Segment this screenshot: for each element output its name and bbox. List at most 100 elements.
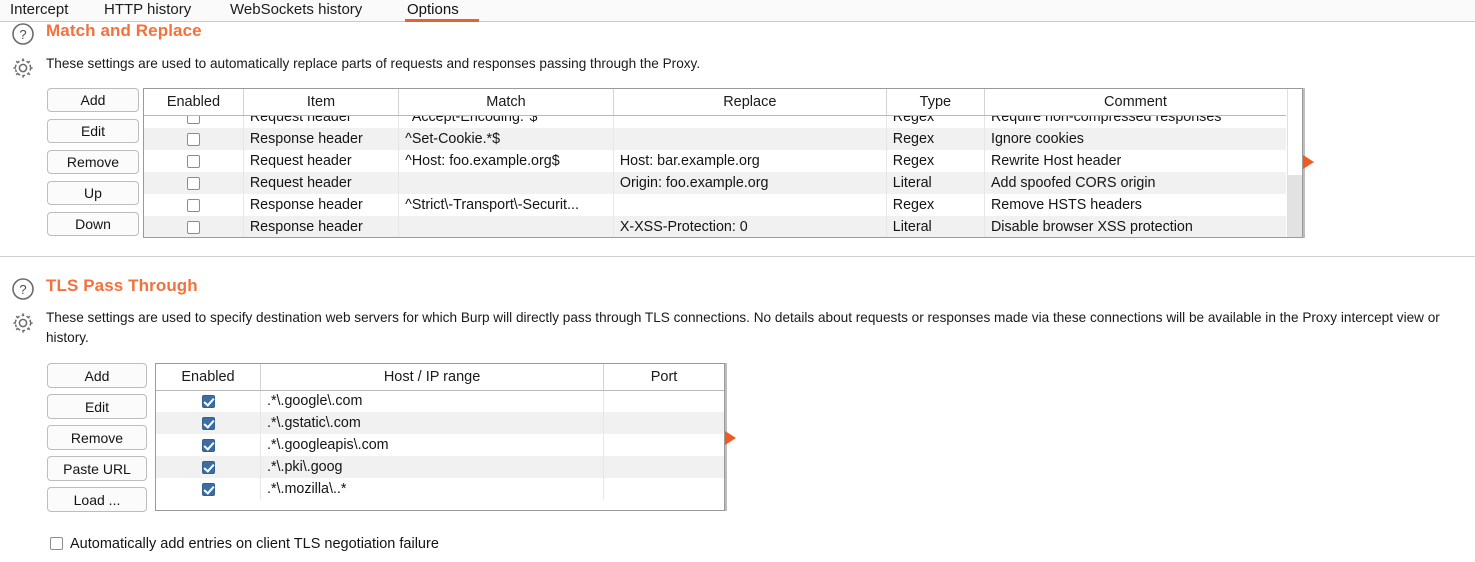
row-host-cell: .*\.gstatic\.com	[260, 412, 605, 434]
tls-pass-through-table[interactable]: Enabled Host / IP range Port .*\.google\…	[155, 363, 725, 511]
match-replace-down-button[interactable]: Down	[47, 212, 139, 236]
row-enabled-cell[interactable]	[144, 116, 244, 128]
match-replace-edit-button[interactable]: Edit	[47, 119, 139, 143]
tls-load-button[interactable]: Load ...	[47, 487, 147, 512]
table-row[interactable]: Response header X-XSS-Protection: 0 Lite…	[144, 216, 1286, 237]
tab-label: Intercept	[10, 1, 69, 18]
row-item-cell: Response header	[243, 194, 400, 216]
row-comment-cell: Disable browser XSS protection	[984, 216, 1286, 237]
tab-http-history[interactable]: HTTP history	[102, 0, 193, 22]
row-item-cell: Response header	[243, 216, 400, 237]
match-replace-add-button[interactable]: Add	[47, 88, 139, 112]
match-replace-table[interactable]: Enabled Item Match Replace Type Comment	[143, 88, 1303, 238]
table-row[interactable]: Response header ^Set-Cookie.*$ Regex Ign…	[144, 128, 1286, 150]
row-enabled-cell[interactable]	[144, 150, 244, 172]
table-row[interactable]: Request header ^Host: foo.example.org$ H…	[144, 150, 1286, 172]
column-header-enabled[interactable]: Enabled	[156, 364, 261, 391]
row-match-cell: ^Strict\-Transport\-Securit...	[398, 194, 614, 216]
row-type-cell: Regex	[886, 116, 985, 128]
gear-icon[interactable]	[10, 310, 36, 336]
table-row[interactable]: Request header Origin: foo.example.org L…	[144, 172, 1286, 194]
row-item-cell: Request header	[243, 172, 400, 194]
row-comment-cell: Rewrite Host header	[984, 150, 1286, 172]
gear-icon[interactable]	[10, 55, 36, 81]
column-header-enabled[interactable]: Enabled	[144, 89, 244, 116]
column-header-host[interactable]: Host / IP range	[260, 364, 605, 391]
tls-add-button[interactable]: Add	[47, 363, 147, 388]
row-item-cell: Request header	[243, 116, 400, 128]
row-enabled-cell[interactable]	[156, 390, 261, 412]
question-circle-icon[interactable]: ?	[10, 276, 36, 302]
row-enabled-checkbox[interactable]	[186, 154, 200, 168]
table-row[interactable]: .*\.pki\.goog	[156, 456, 724, 478]
tls-remove-button[interactable]: Remove	[47, 425, 147, 450]
row-enabled-cell[interactable]	[156, 434, 261, 456]
row-comment-cell: Require non-compressed responses	[984, 116, 1286, 128]
table-row[interactable]: .*\.googleapis\.com	[156, 434, 724, 456]
column-header-match[interactable]: Match	[398, 89, 614, 116]
row-replace-cell	[613, 194, 887, 216]
tls-edit-button[interactable]: Edit	[47, 394, 147, 419]
row-host-cell: .*\.google\.com	[260, 390, 605, 412]
row-port-cell	[603, 412, 724, 434]
row-enabled-checkbox[interactable]	[201, 460, 215, 474]
row-enabled-checkbox[interactable]	[186, 220, 200, 234]
row-enabled-cell[interactable]	[156, 456, 261, 478]
svg-text:?: ?	[19, 282, 26, 297]
match-replace-header-row: Enabled Item Match Replace Type Comment	[144, 89, 1286, 116]
row-enabled-checkbox[interactable]	[186, 198, 200, 212]
row-replace-cell: Host: bar.example.org	[613, 150, 887, 172]
match-replace-scrollbar[interactable]	[1287, 89, 1302, 237]
row-type-cell: Regex	[886, 128, 985, 150]
tls-pass-through-description: These settings are used to specify desti…	[46, 310, 1440, 345]
row-enabled-checkbox[interactable]	[201, 438, 215, 452]
scrollbar-thumb[interactable]	[1288, 175, 1302, 237]
row-match-cell: ^Accept-Encoding.*$	[398, 116, 614, 128]
table-row[interactable]: .*\.mozilla\..*	[156, 478, 724, 500]
auto-add-entries-option[interactable]: Automatically add entries on client TLS …	[50, 536, 439, 552]
row-enabled-cell[interactable]	[144, 194, 244, 216]
column-header-replace[interactable]: Replace	[613, 89, 887, 116]
table-row[interactable]: Request header ^Accept-Encoding.*$ Regex…	[144, 116, 1286, 128]
table-row[interactable]: .*\.gstatic\.com	[156, 412, 724, 434]
row-enabled-cell[interactable]	[144, 216, 244, 237]
auto-add-entries-checkbox[interactable]	[50, 536, 63, 550]
tab-label: Options	[407, 1, 459, 18]
column-header-type[interactable]: Type	[886, 89, 985, 116]
row-enabled-checkbox[interactable]	[201, 416, 215, 430]
row-type-cell: Literal	[886, 216, 985, 237]
row-enabled-checkbox[interactable]	[186, 176, 200, 190]
row-enabled-cell[interactable]	[156, 478, 261, 500]
row-match-cell: ^Host: foo.example.org$	[398, 150, 614, 172]
row-port-cell	[603, 456, 724, 478]
row-enabled-cell[interactable]	[144, 172, 244, 194]
row-match-cell	[398, 172, 614, 194]
tab-websockets-history[interactable]: WebSockets history	[228, 0, 364, 22]
row-enabled-checkbox[interactable]	[201, 482, 215, 496]
row-replace-cell	[613, 116, 887, 128]
row-enabled-checkbox[interactable]	[186, 116, 200, 124]
expand-panel-marker-icon[interactable]	[1303, 155, 1314, 169]
row-match-cell	[398, 216, 614, 237]
row-enabled-checkbox[interactable]	[186, 132, 200, 146]
match-replace-up-button[interactable]: Up	[47, 181, 139, 205]
tab-label: WebSockets history	[230, 1, 363, 18]
section-divider	[0, 256, 1475, 257]
row-enabled-checkbox[interactable]	[201, 394, 215, 408]
table-row[interactable]: .*\.google\.com	[156, 390, 724, 412]
row-match-cell: ^Set-Cookie.*$	[398, 128, 614, 150]
tab-options[interactable]: Options	[405, 0, 479, 22]
question-circle-icon[interactable]: ?	[10, 21, 36, 47]
row-enabled-cell[interactable]	[144, 128, 244, 150]
expand-panel-marker-icon[interactable]	[725, 431, 736, 445]
column-header-item[interactable]: Item	[243, 89, 400, 116]
table-row[interactable]: Response header ^Strict\-Transport\-Secu…	[144, 194, 1286, 216]
row-type-cell: Regex	[886, 194, 985, 216]
column-header-comment[interactable]: Comment	[984, 89, 1286, 116]
tls-paste-url-button[interactable]: Paste URL	[47, 456, 147, 481]
row-replace-cell: Origin: foo.example.org	[613, 172, 887, 194]
column-header-port[interactable]: Port	[603, 364, 724, 391]
match-replace-remove-button[interactable]: Remove	[47, 150, 139, 174]
tab-intercept[interactable]: Intercept	[8, 0, 70, 22]
row-enabled-cell[interactable]	[156, 412, 261, 434]
